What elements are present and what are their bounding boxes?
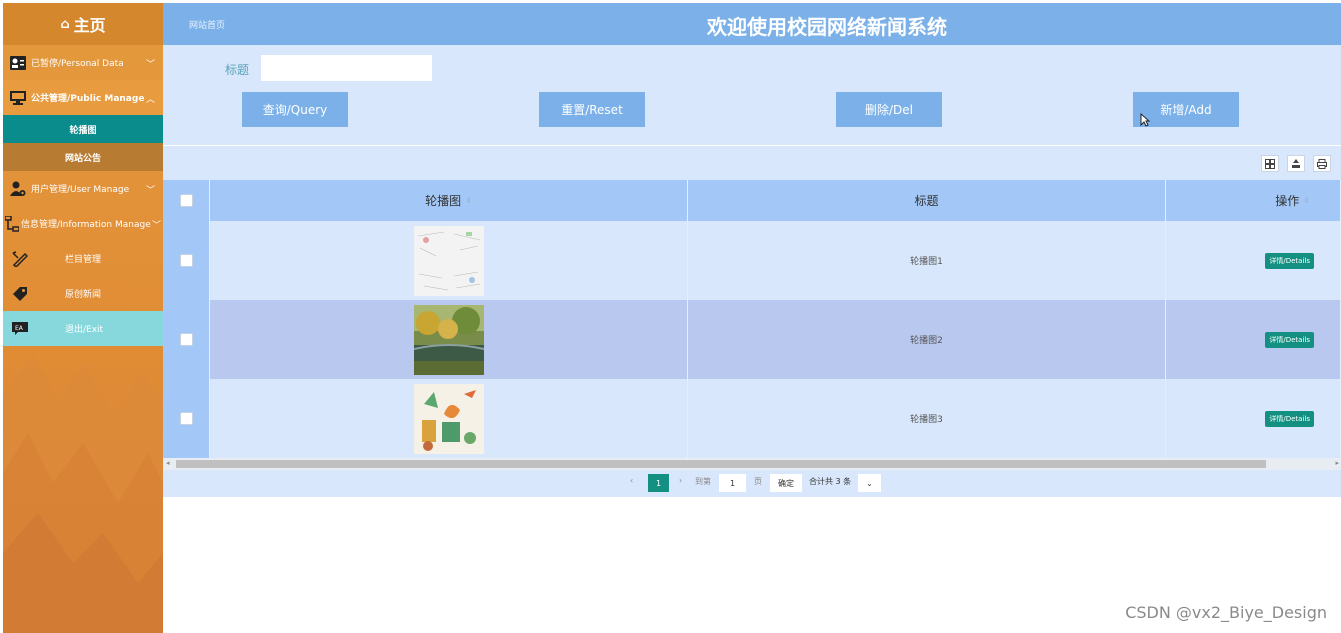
row-select-cell: [163, 379, 210, 458]
prev-page-icon[interactable]: ‹: [630, 476, 633, 485]
chevron-down-icon: ﹀: [151, 221, 161, 231]
next-page-icon[interactable]: ›: [679, 476, 682, 485]
goto-page-input[interactable]: 1: [719, 474, 746, 492]
details-button[interactable]: 详情/Details: [1265, 331, 1314, 348]
print-icon[interactable]: [1313, 155, 1331, 172]
table-toolbar: [163, 146, 1341, 180]
columns-icon[interactable]: [1261, 155, 1279, 172]
details-button[interactable]: 详情/Details: [1265, 252, 1314, 269]
scroll-right-icon[interactable]: ▸: [1335, 459, 1339, 467]
sidebar-item-label: 用户管理/User Manage: [31, 185, 130, 195]
chevron-up-icon: ︿: [145, 95, 155, 105]
scroll-left-icon[interactable]: ◂: [166, 459, 170, 467]
person-card-icon: [9, 54, 26, 71]
data-table: 轮播图 ⬍ 标题 操作 ⬍ 轮播图1 详情/Details 轮播图2 详情/De…: [163, 180, 1341, 458]
user-gear-icon: [9, 180, 26, 197]
action-cell: 详情/Details: [1166, 379, 1341, 458]
carousel-image-cell: [210, 300, 688, 379]
page-size-select[interactable]: ⌄: [858, 474, 881, 492]
title-cell: 轮播图3: [688, 379, 1166, 458]
monitor-icon: [9, 89, 26, 106]
page-title: 欢迎使用校园网络新闻系统: [707, 15, 947, 39]
row-checkbox[interactable]: [179, 412, 193, 425]
table-row: 轮播图2 详情/Details: [163, 300, 1341, 379]
carousel-image-cell: [210, 379, 688, 458]
chevron-down-icon: ﹀: [145, 60, 155, 70]
table-row: 轮播图3 详情/Details: [163, 379, 1341, 458]
sidebar-subitem-announcement[interactable]: 网站公告: [3, 143, 163, 171]
exit-chat-icon: EA: [11, 320, 28, 337]
row-select-cell: [163, 221, 210, 300]
sidebar-mountain-background: [3, 353, 163, 633]
org-chart-icon: [3, 215, 20, 232]
search-title-input[interactable]: [261, 55, 432, 81]
sidebar-item-label: 公共管理/Public Manage: [31, 94, 145, 104]
action-cell: 详情/Details: [1166, 300, 1341, 379]
back-to-school-image[interactable]: [413, 225, 484, 296]
top-header: 网站首页 欢迎使用校园网络新闻系统: [163, 3, 1341, 45]
sidebar-item-exit[interactable]: EA 退出/Exit: [3, 311, 163, 346]
sidebar-item-label: 已暂停/Personal Data: [31, 59, 124, 69]
table-row: 轮播图1 详情/Details: [163, 221, 1341, 300]
watermark: CSDN @vx2_Biye_Design: [1125, 603, 1327, 622]
row-checkbox[interactable]: [179, 333, 193, 346]
select-all-checkbox[interactable]: [179, 194, 193, 207]
mouse-cursor-icon: [1140, 113, 1150, 127]
column-header-actions[interactable]: 操作 ⬍: [1166, 180, 1341, 221]
action-cell: 详情/Details: [1166, 221, 1341, 300]
details-button[interactable]: 详情/Details: [1265, 410, 1314, 427]
search-panel: 标题 查询/Query 重置/Reset 删除/Del 新增/Add: [163, 45, 1341, 145]
sidebar-item-label: 原创新闻: [65, 290, 102, 300]
column-header-carousel[interactable]: 轮播图 ⬍: [210, 180, 688, 221]
youth-poster-image[interactable]: [413, 383, 484, 454]
title-cell: 轮播图1: [688, 221, 1166, 300]
sidebar-item-label: 栏目管理: [65, 255, 102, 265]
sidebar-item-public-manage[interactable]: 公共管理/Public Manage ︿: [3, 80, 163, 115]
column-header-title: 标题: [688, 180, 1166, 221]
page-number-current[interactable]: 1: [648, 474, 669, 492]
reset-button[interactable]: 重置/Reset: [539, 92, 645, 127]
scrollbar-thumb[interactable]: [176, 460, 1266, 468]
goto-label: 到第: [695, 477, 711, 486]
table-header-row: 轮播图 ⬍ 标题 操作 ⬍: [163, 180, 1341, 221]
sidebar-item-personal-data[interactable]: 已暂停/Personal Data ﹀: [3, 45, 163, 80]
sidebar-subitem-carousel[interactable]: 轮播图: [3, 115, 163, 143]
carousel-image-cell: [210, 221, 688, 300]
export-icon[interactable]: [1287, 155, 1305, 172]
column-header-label: 标题: [914, 194, 939, 208]
horizontal-scrollbar[interactable]: ◂ ▸: [163, 458, 1341, 470]
page-unit-label: 页: [754, 477, 762, 486]
home-icon: ⌂: [60, 16, 70, 32]
sidebar-home-label: 主页: [73, 16, 106, 35]
sort-icon[interactable]: ⬍: [1303, 196, 1310, 205]
title-cell: 轮播图2: [688, 300, 1166, 379]
sidebar-home[interactable]: ⌂ 主页: [3, 3, 163, 45]
tag-icon: [11, 285, 28, 302]
total-count: 合计共 3 条: [809, 477, 852, 486]
sidebar-item-user-manage[interactable]: 用户管理/User Manage ﹀: [3, 171, 163, 206]
sort-icon[interactable]: ⬍: [465, 196, 472, 205]
search-title-label: 标题: [225, 63, 250, 77]
chevron-down-icon: ⌄: [866, 478, 873, 488]
sidebar-item-label: 信息管理/Information Manage: [21, 220, 151, 230]
header-select-all: [163, 180, 210, 221]
column-header-label: 轮播图: [425, 194, 462, 208]
sidebar-item-column-manage[interactable]: 栏目管理: [3, 241, 163, 276]
goto-confirm-button[interactable]: 确定: [770, 474, 802, 492]
sidebar-item-information-manage[interactable]: 信息管理/Information Manage ﹀: [3, 206, 163, 241]
sidebar-item-label: 退出/Exit: [65, 325, 104, 335]
campus-landscape-image[interactable]: [413, 304, 484, 375]
delete-button[interactable]: 删除/Del: [836, 92, 942, 127]
app-window: ⌂ 主页 已暂停/Personal Data ﹀ 公共管理/Public Man…: [0, 0, 1341, 633]
pagination: ‹ 1 › 到第 1 页 确定 合计共 3 条 ⌄: [163, 470, 1341, 497]
row-checkbox[interactable]: [179, 254, 193, 267]
sidebar-item-original-news[interactable]: 原创新闻: [3, 276, 163, 311]
svg-text:EA: EA: [15, 325, 24, 332]
query-button[interactable]: 查询/Query: [242, 92, 348, 127]
chevron-down-icon: ﹀: [145, 186, 155, 196]
row-select-cell: [163, 300, 210, 379]
sidebar: ⌂ 主页 已暂停/Personal Data ﹀ 公共管理/Public Man…: [3, 3, 163, 633]
column-header-label: 操作: [1275, 194, 1300, 208]
pencil-ruler-icon: [11, 250, 28, 267]
